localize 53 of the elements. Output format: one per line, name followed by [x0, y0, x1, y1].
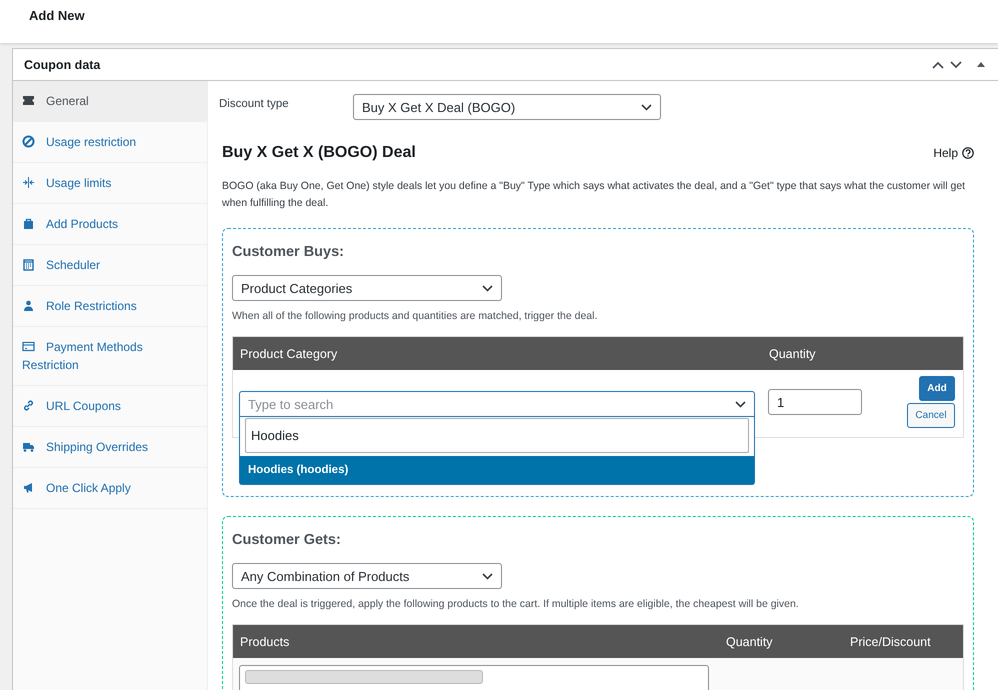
- card-icon: [22, 340, 35, 353]
- help-text: When all of the following products and quantities are matched, trigger the deal.: [232, 310, 598, 322]
- column-header: Product Category: [239, 346, 338, 360]
- column-header: Price/Discount: [849, 634, 931, 648]
- megaphone-icon: [22, 481, 35, 494]
- collapse-triangle-icon[interactable]: [976, 61, 986, 68]
- dropdown-option[interactable]: Hoodies (hoodies): [240, 456, 754, 484]
- page-title: Add New: [29, 8, 85, 23]
- help-link[interactable]: Help: [933, 146, 958, 160]
- cancel-button[interactable]: Cancel: [907, 403, 955, 428]
- add-button[interactable]: Add: [919, 376, 955, 401]
- help-icon[interactable]: [962, 147, 974, 159]
- category-search-select[interactable]: Type to search: [239, 391, 755, 417]
- chevron-down-icon: [735, 400, 746, 408]
- chevron-down-icon: [641, 104, 652, 110]
- section-heading: Customer Gets:: [232, 532, 342, 548]
- section-heading: Customer Buys:: [232, 244, 345, 260]
- column-header: Quantity: [725, 634, 774, 648]
- prohibited-icon: [22, 135, 35, 148]
- type-select[interactable]: Any Combination of Products: [232, 563, 502, 589]
- help-text: Once the deal is triggered, apply the following products to the cart. If multiple items are eligible, the cheapest will be given.: [232, 598, 800, 610]
- sidebar-item[interactable]: Usage limits: [13, 163, 207, 204]
- sidebar-item[interactable]: Role Restrictions: [13, 286, 207, 327]
- chevron-down-icon[interactable]: [950, 60, 962, 68]
- column-header: Products: [239, 634, 290, 648]
- link-icon: [22, 399, 35, 412]
- column-header: Quantity: [768, 346, 816, 360]
- sidebar-item[interactable]: One Click Apply: [13, 468, 207, 509]
- discount-type-select[interactable]: Buy X Get X Deal (BOGO): [353, 94, 661, 120]
- type-select[interactable]: Product Categories: [232, 275, 502, 301]
- quantity-field[interactable]: 1: [768, 389, 862, 415]
- chevron-down-icon: [482, 572, 493, 580]
- chevron-up-icon[interactable]: [932, 60, 944, 68]
- calendar-icon: [22, 258, 35, 271]
- field-label: Discount type: [219, 98, 290, 110]
- chevron-down-icon: [482, 284, 493, 292]
- sidebar-item[interactable]: URL Coupons: [13, 386, 207, 427]
- sidebar-item[interactable]: General: [13, 81, 207, 122]
- ticket-icon: [22, 94, 35, 107]
- description-text: BOGO (aka Buy One, Get One) style deals let you define a "Buy" Type which says what activates the deal, and a "Get" type that says what the customer will get when fulfilling the deal.: [222, 179, 966, 211]
- sidebar-item[interactable]: Shipping Overrides: [13, 427, 207, 468]
- product-search-field[interactable]: [239, 665, 709, 690]
- arrows-inward-icon: [22, 176, 35, 189]
- dropdown-search-field[interactable]: Hoodies: [245, 418, 749, 453]
- bag-icon: [22, 217, 35, 230]
- sidebar-item[interactable]: Scheduler: [13, 245, 207, 286]
- section-heading: Buy X Get X (BOGO) Deal: [222, 144, 416, 162]
- truck-icon: [22, 440, 35, 453]
- panel-title: Coupon data: [24, 58, 102, 72]
- sidebar-item[interactable]: Add Products: [13, 204, 207, 245]
- sidebar-item[interactable]: Payment Methods Restriction: [13, 327, 207, 386]
- person-icon: [22, 299, 35, 312]
- sidebar-item[interactable]: Usage restriction: [13, 122, 207, 163]
